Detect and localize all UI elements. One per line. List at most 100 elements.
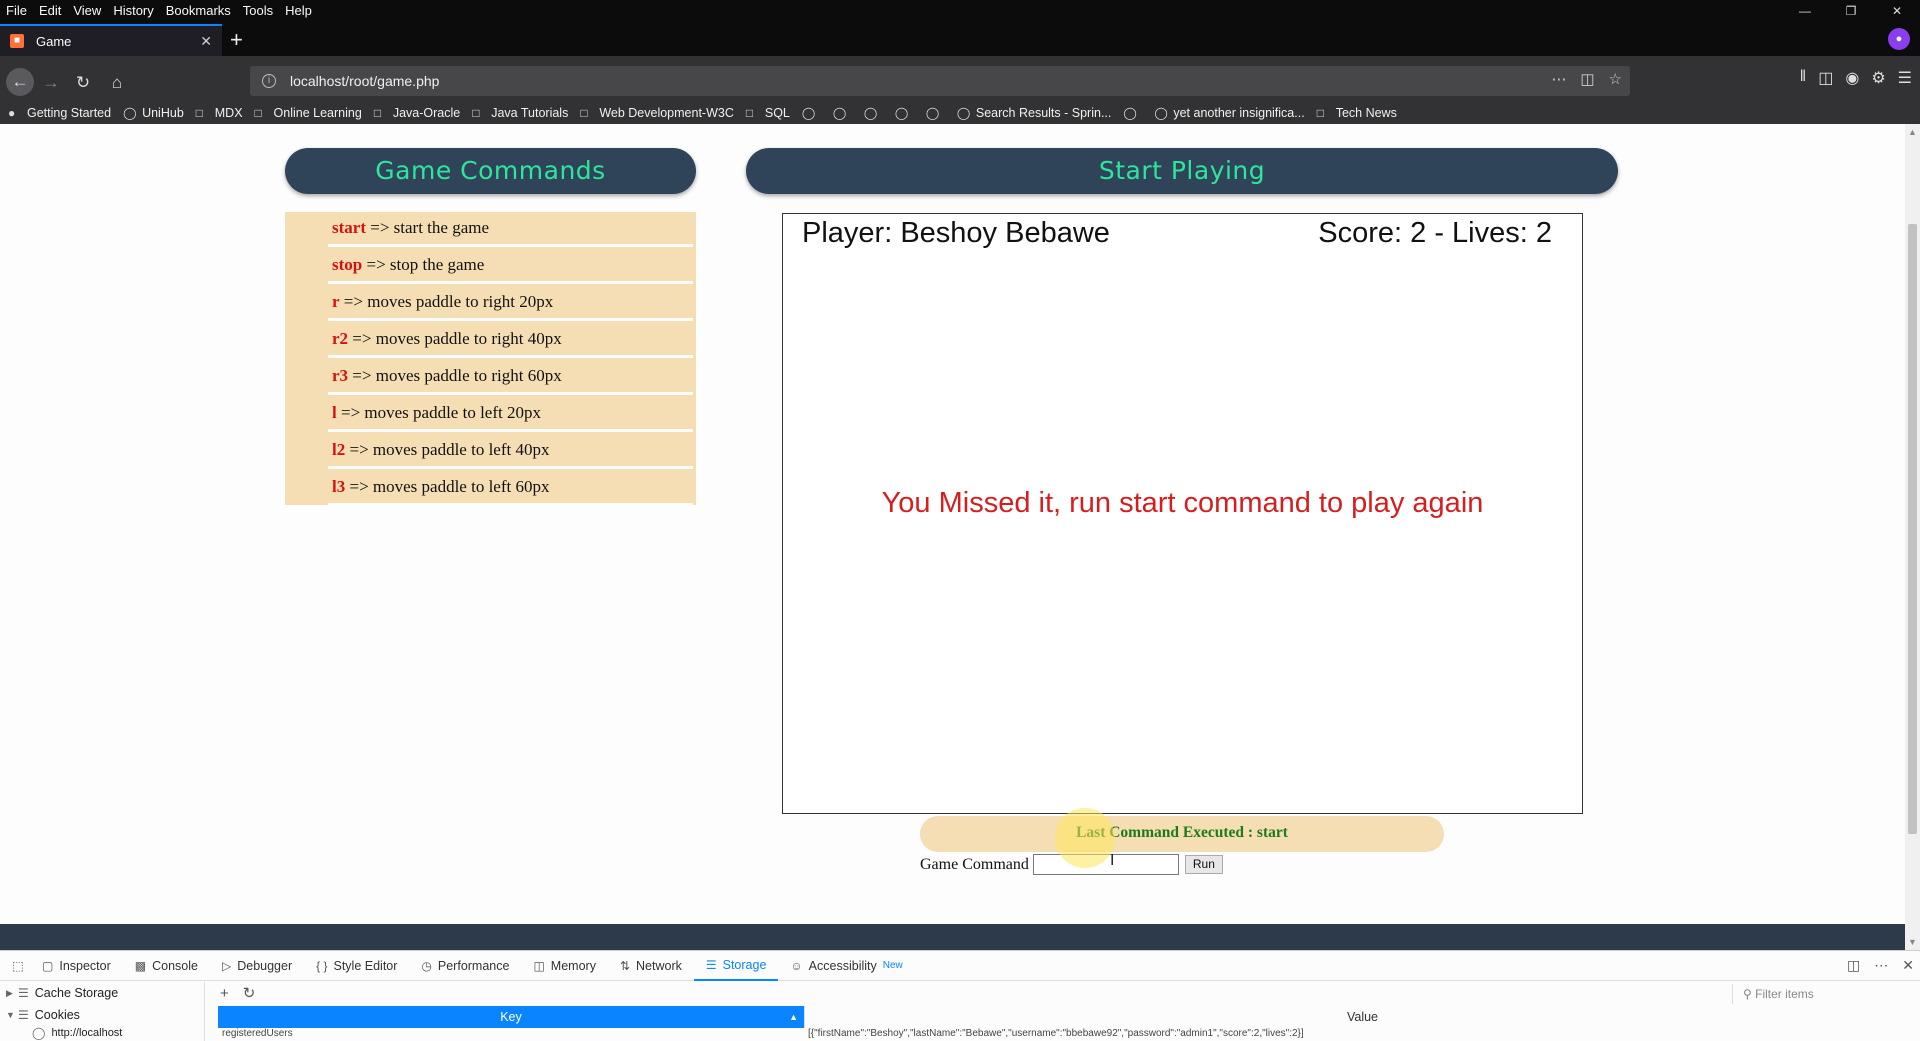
- tab-style-editor[interactable]: { } Style Editor: [304, 951, 409, 981]
- commands-list: start => start the game stop => stop the…: [285, 212, 696, 506]
- tree-label: http://localhost: [51, 1027, 123, 1039]
- private-mask-icon[interactable]: ●: [1888, 28, 1910, 50]
- scroll-down-icon[interactable]: ▼: [1908, 937, 1917, 947]
- close-window-icon[interactable]: ✕: [1874, 0, 1920, 22]
- bookmark-unihub[interactable]: ◯ UniHub: [123, 106, 184, 120]
- command-key: l2: [332, 440, 346, 459]
- hamburger-menu-icon[interactable]: ☰: [1898, 68, 1912, 88]
- command-desc: => moves paddle to right 40px: [348, 329, 562, 348]
- folder-icon: □: [580, 105, 588, 120]
- reload-icon[interactable]: ↻: [70, 70, 96, 96]
- menu-bar: File Edit View History Bookmarks Tools H…: [0, 0, 1920, 22]
- bookmark-globe-2[interactable]: ◯: [833, 107, 852, 119]
- menu-view[interactable]: View: [67, 0, 107, 22]
- command-desc: => start the game: [365, 218, 490, 237]
- globe-icon: ◯: [894, 105, 909, 120]
- bookmark-sql[interactable]: □ SQL: [746, 106, 790, 120]
- bookmark-globe-4[interactable]: ◯: [894, 105, 914, 120]
- column-key[interactable]: Key ▲: [218, 1006, 804, 1028]
- column-value[interactable]: Value: [804, 1006, 1920, 1028]
- bookmark-java-tutorials[interactable]: □ Java Tutorials: [472, 106, 568, 120]
- game-over-message: You Missed it, run start command to play…: [881, 487, 1484, 519]
- add-item-icon[interactable]: +: [220, 985, 229, 1002]
- home-icon[interactable]: ⌂: [104, 70, 130, 96]
- bookmark-star-icon[interactable]: ☆: [1609, 70, 1622, 88]
- dock-icon[interactable]: ◫: [1847, 957, 1860, 974]
- devtools-menu-icon[interactable]: ⋯: [1874, 957, 1888, 974]
- bookmark-label: UniHub: [142, 106, 184, 120]
- bookmark-globe-1[interactable]: ◯: [802, 107, 821, 119]
- run-button[interactable]: Run: [1184, 855, 1223, 874]
- page-content: Game Commands Start Playing start => sta…: [0, 124, 1905, 924]
- bookmark-label: Web Development-W3C: [599, 106, 734, 120]
- expand-icon[interactable]: ▶: [6, 982, 18, 1004]
- bookmark-yet-another[interactable]: ◯ yet another insignifica...: [1154, 106, 1304, 120]
- table-row[interactable]: registeredUsers [{"firstName":"Beshoy","…: [218, 1028, 1920, 1041]
- scrollbar-thumb[interactable]: [1908, 224, 1917, 834]
- forward-icon[interactable]: →: [38, 70, 64, 96]
- restore-icon[interactable]: ❐: [1828, 0, 1874, 22]
- tab-network[interactable]: ⇅ Network: [608, 951, 694, 981]
- tab-storage[interactable]: ☰ Storage: [693, 951, 779, 981]
- library-icon[interactable]: ‖: [1800, 68, 1807, 88]
- page-favicon-icon: ■: [10, 34, 24, 48]
- devtools-tabs: ⬚ ▢ Inspector ▩ Console ▷ Debugger { } Style…: [0, 951, 1920, 981]
- menu-history[interactable]: History: [107, 0, 159, 22]
- page-actions-icon[interactable]: ⋯: [1551, 70, 1566, 88]
- tab-game[interactable]: ■ Game ✕: [0, 24, 222, 56]
- bookmark-getting-started[interactable]: ● Getting Started: [8, 106, 111, 120]
- row-key: registeredUsers: [222, 1028, 293, 1039]
- bookmark-label: yet another insignifica...: [1173, 106, 1305, 120]
- collapse-icon[interactable]: ▼: [6, 1004, 18, 1026]
- tab-memory[interactable]: ◫ Memory: [521, 951, 608, 981]
- bookmark-online-learning[interactable]: □ Online Learning: [255, 106, 362, 120]
- tree-label: Cache Storage: [34, 986, 119, 1000]
- bookmark-globe-5[interactable]: ◯: [926, 107, 945, 119]
- site-info-icon[interactable]: i: [262, 74, 276, 88]
- sidebar-icon[interactable]: ◫: [1818, 68, 1833, 88]
- bookmark-tech-news[interactable]: □ Tech News: [1317, 106, 1397, 120]
- tree-localhost[interactable]: ◯ http://localhost: [0, 1026, 204, 1041]
- tree-cache-storage[interactable]: ▶ ☰ Cache Storage: [0, 982, 204, 1004]
- tab-label: Network: [636, 958, 682, 973]
- menu-file[interactable]: File: [0, 0, 33, 22]
- menu-edit[interactable]: Edit: [33, 0, 67, 22]
- tab-debugger[interactable]: ▷ Debugger: [210, 951, 304, 981]
- settings-gear-icon[interactable]: ⚙: [1871, 68, 1885, 88]
- tab-performance[interactable]: ◷ Performance: [409, 951, 521, 981]
- bookmark-globe-6[interactable]: ◯: [1123, 107, 1142, 119]
- pocket-icon[interactable]: ◫: [1580, 70, 1594, 88]
- tree-cookies[interactable]: ▼ ☰ Cookies: [0, 1004, 204, 1026]
- close-tab-icon[interactable]: ✕: [200, 33, 212, 50]
- bookmark-search-results[interactable]: ◯ Search Results - Sprin...: [957, 106, 1111, 120]
- bookmark-java-oracle[interactable]: □ Java-Oracle: [374, 106, 460, 120]
- bookmark-web-development[interactable]: □ Web Development-W3C: [580, 106, 734, 120]
- element-picker-icon[interactable]: ⬚: [0, 951, 30, 981]
- page-scrollbar[interactable]: ▲ ▼: [1905, 124, 1920, 950]
- tab-title: Game: [36, 33, 72, 49]
- tab-console[interactable]: ▩ Console: [123, 951, 210, 981]
- refresh-icon[interactable]: ↻: [243, 984, 256, 1002]
- folder-icon: □: [472, 105, 480, 120]
- scroll-up-icon[interactable]: ▲: [1908, 127, 1917, 137]
- folder-icon: □: [373, 105, 382, 120]
- storage-tree: ▶ ☰ Cache Storage ▼ ☰ Cookies ◯ http://localh…: [0, 982, 205, 1041]
- bookmark-globe-3[interactable]: ◯: [864, 107, 883, 119]
- inspector-icon: ▢: [42, 958, 54, 973]
- menu-bookmarks[interactable]: Bookmarks: [160, 0, 237, 22]
- url-bar[interactable]: i localhost/root/game.php ⋯ ◫ ☆: [250, 66, 1630, 96]
- minimize-icon[interactable]: —: [1782, 0, 1828, 22]
- tab-label: Accessibility: [808, 958, 877, 973]
- close-devtools-icon[interactable]: ✕: [1902, 957, 1914, 974]
- new-tab-icon[interactable]: +: [230, 26, 243, 54]
- menu-help[interactable]: Help: [279, 0, 318, 22]
- extension-icon[interactable]: ◉: [1845, 68, 1859, 88]
- last-command-status: Last Command Executed : start: [920, 816, 1444, 852]
- menu-tools[interactable]: Tools: [237, 0, 279, 22]
- console-icon: ▩: [134, 958, 147, 973]
- bookmark-mdx[interactable]: □ MDX: [196, 106, 243, 120]
- filter-items-input[interactable]: ⚲ Filter items: [1732, 984, 1912, 1004]
- back-icon[interactable]: ←: [6, 68, 34, 96]
- tab-inspector[interactable]: ▢ Inspector: [30, 951, 123, 981]
- tab-accessibility[interactable]: ☺ Accessibility New: [778, 951, 914, 981]
